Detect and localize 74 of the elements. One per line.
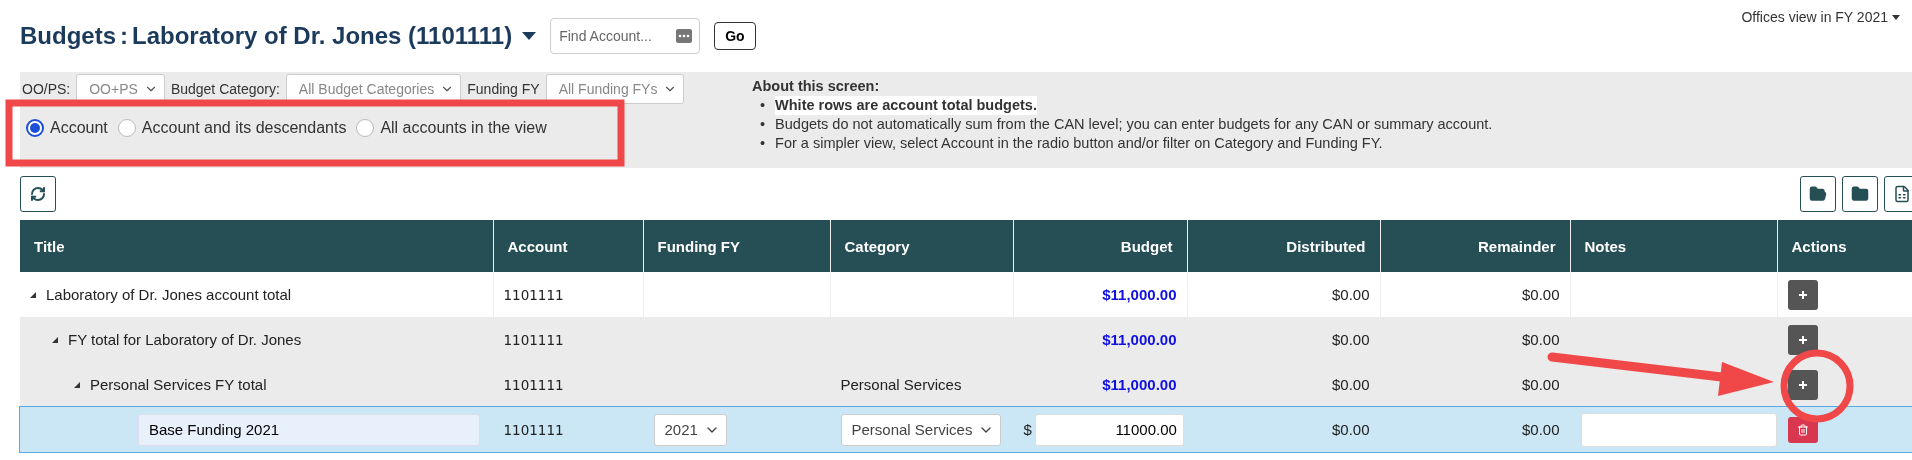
filter-select[interactable]: All Funding FYs	[545, 74, 685, 104]
table-cell: $11,000.00	[1102, 286, 1177, 303]
column-header: Budget	[1013, 220, 1187, 272]
view-menu[interactable]: Offices view in FY 2021	[1735, 8, 1906, 26]
folder-open-icon	[1809, 185, 1827, 203]
table-cell: $0.00	[1521, 421, 1560, 438]
table-cell: $0.00	[1331, 331, 1370, 348]
table-cell: FY total for Laboratory of Dr. Jones	[68, 331, 302, 348]
add-button[interactable]	[1787, 324, 1818, 355]
trash-icon	[1796, 423, 1809, 436]
about-heading: About this screen:	[752, 78, 881, 94]
about-bullet: For a simpler view, select Account in the radio button and/or filter on Category and Funding FY.	[775, 134, 1383, 153]
plus-icon	[1797, 289, 1808, 300]
column-header: Account	[493, 220, 643, 272]
table-cell: $0.00	[1331, 421, 1370, 438]
caret-icon[interactable]	[522, 32, 537, 40]
table-cell: Personal Services	[840, 376, 962, 393]
table-cell: $0.00	[1521, 331, 1560, 348]
column-header: Remainder	[1380, 220, 1570, 272]
column-header: Distributed	[1187, 220, 1380, 272]
table-cell: $0.00	[1331, 376, 1370, 393]
spreadsheet-icon	[1893, 185, 1911, 203]
add-button[interactable]	[1787, 369, 1818, 400]
find-account-field[interactable]: Find Account...	[550, 18, 701, 54]
scope-radio[interactable]: All accounts in the view	[356, 119, 547, 137]
scope-radio[interactable]: Account	[26, 119, 108, 137]
table-cell: $0.00	[1331, 286, 1370, 303]
bullet-marker: •	[760, 115, 766, 134]
more-icon	[676, 29, 693, 43]
column-header: Category	[830, 220, 1013, 272]
table-cell: 1101111	[503, 377, 564, 393]
refresh-button[interactable]	[20, 176, 56, 212]
category-select[interactable]: Personal Services	[840, 413, 1002, 446]
filter-label: Funding FY	[467, 81, 540, 97]
table-cell: 1101111	[503, 287, 564, 303]
table-cell: $0.00	[1521, 376, 1560, 393]
go-button[interactable]: Go	[714, 22, 756, 50]
table-cell: $0.00	[1521, 286, 1560, 303]
table-cell: $11,000.00	[1102, 376, 1177, 393]
bullet-marker: •	[760, 134, 766, 153]
folder-icon	[1851, 185, 1869, 203]
table-cell: 1101111	[503, 332, 564, 348]
table-cell: 1101111	[503, 422, 564, 438]
about-bullet: Budgets do not automatically sum from the CAN level; you can enter budgets for any CAN or summary account.	[775, 115, 1493, 134]
bullet-marker: •	[760, 96, 766, 115]
page-title: Budgets	[20, 22, 116, 50]
add-button[interactable]	[1787, 279, 1818, 310]
expand-icon[interactable]	[30, 291, 36, 298]
scope-radio[interactable]: Account and its descendants	[117, 119, 347, 137]
table-cell: Personal Services FY total	[90, 376, 267, 393]
table-cell: $11,000.00	[1102, 331, 1177, 348]
plus-icon	[1797, 334, 1808, 345]
expand-all-button[interactable]	[1800, 176, 1836, 212]
table-cell: Laboratory of Dr. Jones account total	[46, 286, 292, 303]
export-button[interactable]	[1884, 176, 1912, 212]
notes-input[interactable]	[1580, 412, 1777, 447]
title-input[interactable]: Base Funding 2021	[138, 413, 480, 446]
filter-label: OO/PS:	[22, 81, 71, 97]
budget-input[interactable]: 11000.00	[1034, 413, 1184, 446]
collapse-all-button[interactable]	[1842, 176, 1878, 212]
column-header: Actions	[1777, 220, 1912, 272]
about-bullet: White rows are account total budgets.	[775, 96, 1037, 115]
plus-icon	[1797, 379, 1808, 390]
column-header: Title	[20, 220, 493, 272]
filter-label: Budget Category:	[170, 81, 280, 97]
expand-icon[interactable]	[74, 381, 80, 388]
funding-fy-select[interactable]: 2021	[653, 413, 727, 446]
column-header: Funding FY	[643, 220, 830, 272]
expand-icon[interactable]	[52, 336, 58, 343]
title-separator: :	[120, 22, 128, 50]
currency-symbol: $	[1023, 421, 1032, 438]
refresh-icon	[30, 186, 46, 202]
column-header: Notes	[1570, 220, 1777, 272]
account-name[interactable]: Laboratory of Dr. Jones (1101111)	[132, 22, 513, 50]
